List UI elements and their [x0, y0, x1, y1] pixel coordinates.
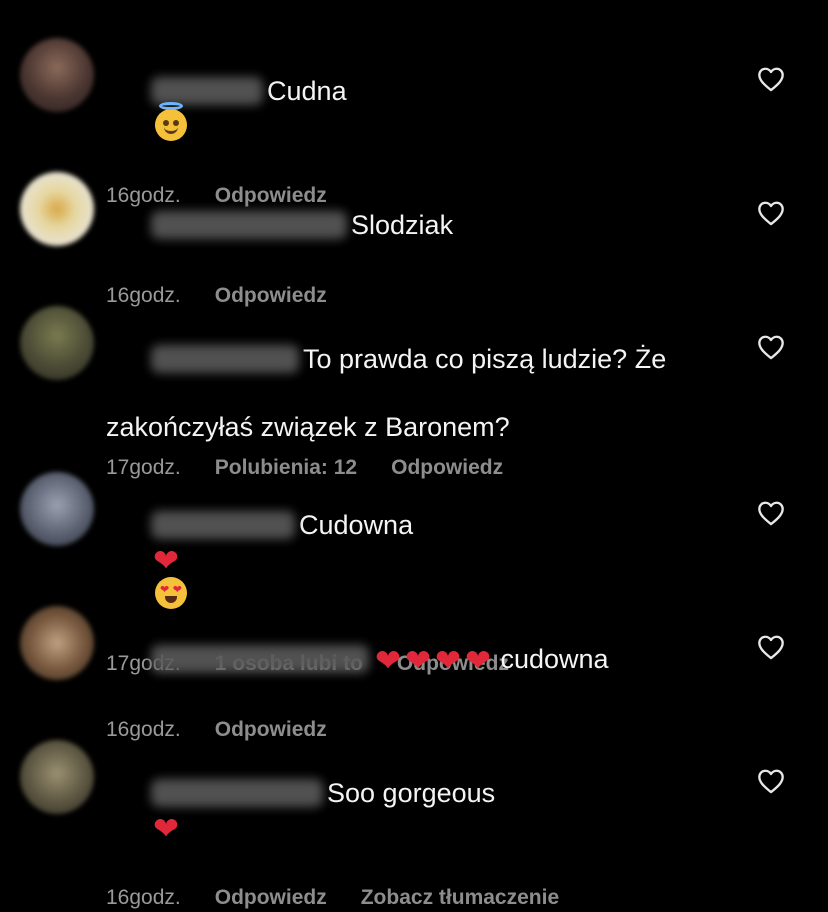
red-heart-emoji: ❤	[153, 811, 179, 847]
red-heart-emoji: ❤	[375, 643, 401, 679]
like-button[interactable]	[757, 200, 787, 228]
comment-text-line-2: zakończyłaś związek z Baronem?	[106, 412, 510, 442]
username-blurred[interactable]	[151, 778, 324, 807]
comment-text: Slodziak	[351, 210, 454, 240]
username-blurred[interactable]	[151, 76, 264, 105]
comment-text: To prawda co piszą ludzie? Że	[303, 344, 667, 374]
heart-outline-icon	[758, 335, 784, 360]
like-button[interactable]	[757, 634, 787, 662]
comment-text: cudowna	[500, 644, 609, 674]
red-heart-emoji: ❤	[434, 643, 461, 679]
username-blurred[interactable]	[151, 510, 296, 539]
avatar[interactable]	[20, 172, 94, 246]
comment-meta: 16godz. Odpowiedz	[106, 716, 726, 744]
red-heart-emoji: ❤	[153, 543, 179, 579]
avatar[interactable]	[20, 606, 94, 680]
comment-text: Cudna	[267, 76, 347, 106]
comment-meta: 16godz. Odpowiedz	[106, 282, 726, 310]
comment-time: 16godz.	[106, 886, 181, 910]
username-blurred[interactable]	[151, 644, 370, 673]
avatar[interactable]	[20, 306, 94, 380]
comment-time: 16godz.	[106, 718, 181, 742]
heart-eyes-emoji: ❤ ❤	[155, 577, 188, 610]
avatar[interactable]	[20, 740, 94, 814]
heart-outline-icon	[758, 501, 784, 526]
avatar[interactable]	[20, 38, 94, 112]
like-button[interactable]	[757, 66, 787, 94]
comment-text-line: Slodziak	[106, 174, 726, 276]
like-button[interactable]	[757, 334, 787, 362]
reply-button[interactable]: Odpowiedz	[215, 282, 327, 310]
reply-button[interactable]: Odpowiedz	[215, 716, 327, 744]
comment-meta: 16godz. Odpowiedz Zobacz tłumaczenie	[106, 884, 726, 912]
heart-outline-icon	[758, 635, 784, 660]
like-button[interactable]	[757, 768, 787, 796]
red-heart-emoji: ❤	[405, 643, 431, 679]
username-blurred[interactable]	[151, 344, 300, 373]
heart-outline-icon	[758, 769, 784, 794]
comment-text: Cudowna	[299, 510, 414, 540]
comment-text: Soo gorgeous	[327, 778, 496, 808]
username-blurred[interactable]	[151, 210, 348, 239]
see-translation-button[interactable]: Zobacz tłumaczenie	[361, 884, 559, 912]
avatar[interactable]	[20, 472, 94, 546]
comment-text-line: Cudna	[106, 40, 726, 176]
comment-text-line: To prawda co piszą ludzie? Że	[106, 308, 726, 410]
reply-button[interactable]: Odpowiedz	[215, 884, 327, 912]
comment-text-line: Soo gorgeous ❤	[106, 742, 726, 878]
heart-outline-icon	[758, 201, 784, 226]
red-heart-emoji: ❤	[464, 643, 491, 679]
heart-outline-icon	[758, 67, 784, 92]
comment-text-line: ❤ ❤ ❤ ❤ cudowna	[106, 608, 726, 710]
comment-time: 16godz.	[106, 284, 181, 307]
smiling-face-with-halo-emoji	[155, 101, 188, 141]
like-button[interactable]	[757, 500, 787, 528]
